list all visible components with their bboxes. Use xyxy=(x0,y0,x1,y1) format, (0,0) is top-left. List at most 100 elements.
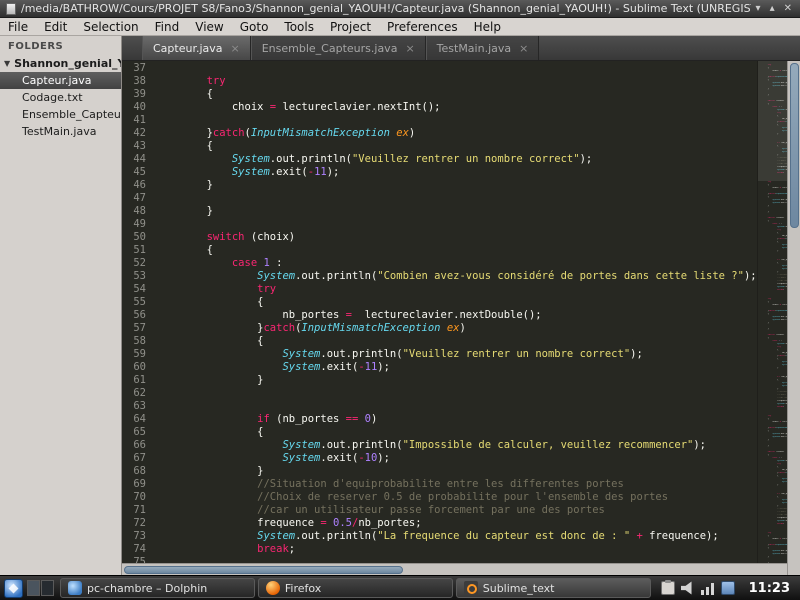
sidebar-item-TestMain.java[interactable]: TestMain.java xyxy=(0,123,121,140)
close-button[interactable]: ✕ xyxy=(784,3,792,15)
pager-desktop-1[interactable] xyxy=(27,580,40,596)
code-text: }catch(InputMismatchException ex) xyxy=(156,127,415,140)
line-number: 46 xyxy=(122,179,156,192)
code-line: 53 System.out.println("Combien avez-vous… xyxy=(122,270,757,283)
code-line: 47 xyxy=(122,192,757,205)
desktop-pager[interactable] xyxy=(27,580,54,596)
code-text: case 1 : xyxy=(156,257,282,270)
code-text: { xyxy=(156,296,263,309)
menu-item-preferences[interactable]: Preferences xyxy=(379,18,466,35)
line-number: 72 xyxy=(122,517,156,530)
tab-close-icon[interactable]: × xyxy=(519,42,528,55)
menu-item-view[interactable]: View xyxy=(187,18,231,35)
line-number: 73 xyxy=(122,530,156,543)
code-line: 42 }catch(InputMismatchException ex) xyxy=(122,127,757,140)
tab-TestMain.java[interactable]: TestMain.java× xyxy=(426,36,540,60)
menu-item-selection[interactable]: Selection xyxy=(75,18,146,35)
task-label: Firefox xyxy=(285,582,321,595)
menu-item-file[interactable]: File xyxy=(0,18,36,35)
maximize-button[interactable]: ▴ xyxy=(770,3,775,15)
line-number: 56 xyxy=(122,309,156,322)
code-line: 73 System.out.println("La frequence du c… xyxy=(122,530,757,543)
tab-label: Ensemble_Capteurs.java xyxy=(262,42,398,55)
code-line: 43 { xyxy=(122,140,757,153)
tab-close-icon[interactable]: × xyxy=(231,42,240,55)
line-number: 53 xyxy=(122,270,156,283)
menu-item-goto[interactable]: Goto xyxy=(232,18,277,35)
window-title: /media/BATHROW/Cours/PROJET S8/Fano3/Sha… xyxy=(21,2,751,15)
code-line: 72 frequence = 0.5/nb_portes; xyxy=(122,517,757,530)
horizontal-scrollbar[interactable] xyxy=(122,563,787,575)
main-area: FOLDERS ▼ Shannon_genial_YAOUH Capteur.j… xyxy=(0,36,800,575)
taskbar-task-firefox[interactable]: Firefox xyxy=(258,578,453,598)
clipboard-icon[interactable] xyxy=(661,581,675,595)
tab-Ensemble_Capteurs.java[interactable]: Ensemble_Capteurs.java × xyxy=(251,36,426,60)
menu-item-find[interactable]: Find xyxy=(147,18,188,35)
tab-Capteur.java[interactable]: Capteur.java× xyxy=(142,36,251,60)
code-line: 50 switch (choix) xyxy=(122,231,757,244)
line-number: 64 xyxy=(122,413,156,426)
minimize-button[interactable]: ▾ xyxy=(756,3,761,15)
line-number: 48 xyxy=(122,205,156,218)
menu-item-tools[interactable]: Tools xyxy=(276,18,322,35)
vertical-scrollbar-thumb[interactable] xyxy=(790,63,799,228)
title-bar[interactable]: /media/BATHROW/Cours/PROJET S8/Fano3/Sha… xyxy=(0,0,800,18)
line-number: 49 xyxy=(122,218,156,231)
volume-icon[interactable] xyxy=(681,581,695,595)
horizontal-scrollbar-thumb[interactable] xyxy=(124,566,403,574)
minimap-viewport[interactable] xyxy=(758,61,787,181)
code-text: { xyxy=(156,335,263,348)
line-number: 60 xyxy=(122,361,156,374)
code-line: 56 nb_portes = lectureclavier.nextDouble… xyxy=(122,309,757,322)
code-line: 60 System.exit(-11); xyxy=(122,361,757,374)
taskbar-task-sublime[interactable]: Sublime_text xyxy=(456,578,651,598)
network-icon[interactable] xyxy=(701,581,715,595)
code-text: nb_portes = lectureclavier.nextDouble(); xyxy=(156,309,542,322)
menu-bar: FileEditSelectionFindViewGotoToolsProjec… xyxy=(0,18,800,36)
line-number: 57 xyxy=(122,322,156,335)
code-line: 59 System.out.println("Veuillez rentrer … xyxy=(122,348,757,361)
code-text: //Choix de reserver 0.5 de probabilite p… xyxy=(156,491,668,504)
menu-item-project[interactable]: Project xyxy=(322,18,379,35)
line-number: 71 xyxy=(122,504,156,517)
display-icon[interactable] xyxy=(721,581,735,595)
code-text: System.exit(-10); xyxy=(156,452,390,465)
code-line: 55 { xyxy=(122,296,757,309)
taskbar-task-dolphin[interactable]: pc-chambre – Dolphin xyxy=(60,578,255,598)
line-number: 70 xyxy=(122,491,156,504)
menu-item-help[interactable]: Help xyxy=(466,18,509,35)
tab-close-icon[interactable]: × xyxy=(405,42,414,55)
sidebar-item-Codage.txt[interactable]: Codage.txt xyxy=(0,89,121,106)
code-line: 44 System.out.println("Veuillez rentrer … xyxy=(122,153,757,166)
code-text: System.out.println("La frequence du capt… xyxy=(156,530,719,543)
clock[interactable]: 11:23 xyxy=(743,581,796,596)
sidebar-item-Ensemble_Capteurs[interactable]: Ensemble_Capteurs xyxy=(0,106,121,123)
line-number: 67 xyxy=(122,452,156,465)
line-number: 55 xyxy=(122,296,156,309)
code-text: }catch(InputMismatchException ex) xyxy=(156,322,466,335)
line-number: 74 xyxy=(122,543,156,556)
code-text: { xyxy=(156,244,213,257)
vertical-scrollbar[interactable] xyxy=(787,61,800,575)
code-line: 41 xyxy=(122,114,757,127)
sidebar-folder-root[interactable]: ▼ Shannon_genial_YAOUH xyxy=(0,55,121,72)
line-number: 66 xyxy=(122,439,156,452)
pager-desktop-2[interactable] xyxy=(41,580,54,596)
line-number: 38 xyxy=(122,75,156,88)
line-number: 65 xyxy=(122,426,156,439)
window-icon xyxy=(6,3,16,15)
editor-area: 3738 try39 {40 choix = lectureclavier.ne… xyxy=(122,61,800,575)
line-number: 50 xyxy=(122,231,156,244)
minimap[interactable]: try { choix = lectureclavier.nextInt(); … xyxy=(757,61,787,575)
app-launcher-icon[interactable] xyxy=(4,579,23,598)
menu-item-edit[interactable]: Edit xyxy=(36,18,75,35)
line-number: 37 xyxy=(122,62,156,75)
task-list: pc-chambre – Dolphin Firefox Sublime_text xyxy=(58,578,653,598)
code-area[interactable]: 3738 try39 {40 choix = lectureclavier.ne… xyxy=(122,61,757,575)
sidebar-item-Capteur.java[interactable]: Capteur.java xyxy=(0,72,121,89)
task-label: pc-chambre – Dolphin xyxy=(87,582,207,595)
folder-expand-icon[interactable]: ▼ xyxy=(4,59,10,68)
code-text: if (nb_portes == 0) xyxy=(156,413,377,426)
tab-bar: Capteur.java×Ensemble_Capteurs.java×Test… xyxy=(122,36,800,61)
code-line: 49 xyxy=(122,218,757,231)
